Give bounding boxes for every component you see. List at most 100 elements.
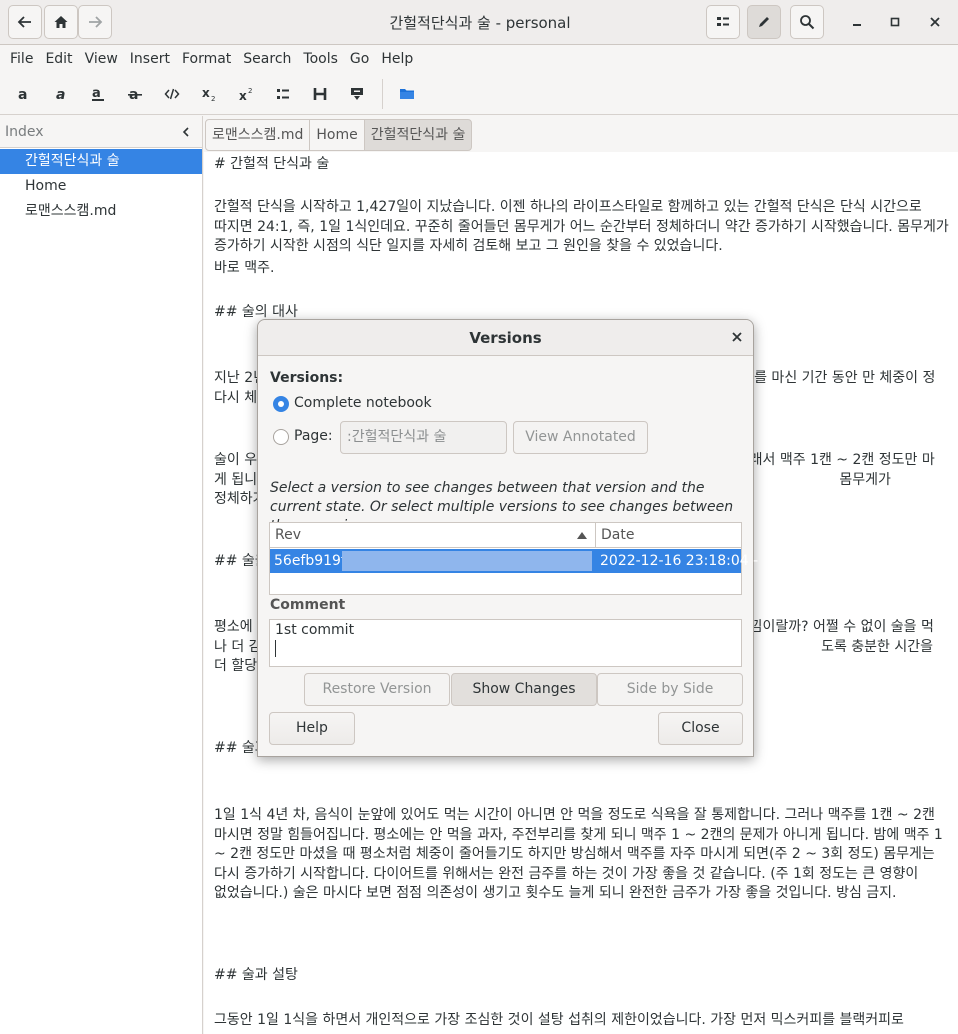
sort-ascending-icon bbox=[577, 532, 587, 539]
restore-version-button[interactable]: Restore Version bbox=[304, 673, 450, 706]
menu-format[interactable]: Format bbox=[176, 51, 237, 67]
view-list-icon bbox=[717, 17, 729, 26]
version-rev: 56efb919f bbox=[274, 553, 346, 569]
page-radio-label[interactable]: Page: bbox=[294, 428, 333, 444]
path-item-home[interactable]: Home bbox=[309, 119, 365, 151]
index-sidebar: Index 간헐적단식과 술 Home 로맨스스캠.md bbox=[0, 116, 203, 1034]
header-bar: 간헐적단식과 술 - personal bbox=[0, 0, 958, 45]
menu-search[interactable]: Search bbox=[237, 51, 297, 67]
heading-sugar: ## 술과 설탕 bbox=[214, 967, 298, 983]
back-button[interactable] bbox=[8, 5, 42, 39]
back-arrow-icon bbox=[17, 16, 31, 28]
heading-button[interactable] bbox=[306, 81, 334, 107]
comment-text: 1st commit bbox=[275, 622, 355, 638]
italic-a-icon: a bbox=[56, 87, 65, 102]
maximize-icon bbox=[890, 17, 900, 27]
date-column-header[interactable]: Date bbox=[596, 523, 741, 547]
svg-text:x: x bbox=[202, 86, 210, 100]
rev-column-header[interactable]: Rev bbox=[270, 523, 596, 547]
dialog-title: Versions bbox=[258, 320, 753, 356]
subscript-button[interactable]: x2 bbox=[195, 81, 223, 107]
side-by-side-button[interactable]: Side by Side bbox=[597, 673, 743, 706]
sidebar-item-romance-scam[interactable]: 로맨스스캠.md bbox=[0, 199, 202, 224]
menu-edit[interactable]: Edit bbox=[39, 51, 78, 67]
svg-text:2: 2 bbox=[211, 95, 215, 102]
collapse-chevron-icon[interactable] bbox=[180, 126, 192, 138]
code-icon bbox=[164, 88, 180, 100]
forward-arrow-icon bbox=[89, 16, 103, 28]
complete-notebook-label[interactable]: Complete notebook bbox=[294, 395, 432, 411]
minimize-button[interactable] bbox=[846, 11, 868, 33]
close-button[interactable]: Close bbox=[658, 712, 743, 745]
view-annotated-button[interactable]: View Annotated bbox=[513, 421, 648, 454]
sidebar-item-home[interactable]: Home bbox=[0, 174, 202, 199]
menu-insert[interactable]: Insert bbox=[124, 51, 176, 67]
style-button[interactable] bbox=[343, 81, 371, 107]
versions-list[interactable]: Rev Date 56efb919f 2022-12-16 23:18:04 - bbox=[269, 522, 758, 595]
underline-a-icon: a bbox=[92, 86, 104, 101]
menu-tools[interactable]: Tools bbox=[297, 51, 344, 67]
view-mode-button[interactable] bbox=[706, 5, 740, 39]
bullet-list-icon bbox=[277, 89, 289, 99]
strike-button[interactable]: a bbox=[121, 81, 149, 107]
path-item-current[interactable]: 간헐적단식과 술 bbox=[363, 119, 473, 151]
toolbar-separator bbox=[382, 79, 383, 109]
menu-view[interactable]: View bbox=[79, 51, 124, 67]
svg-text:a: a bbox=[92, 86, 101, 101]
attach-folder-button[interactable] bbox=[393, 81, 421, 107]
svg-text:a: a bbox=[56, 87, 65, 102]
window-title: 간헐적단식과 술 - personal bbox=[389, 14, 571, 32]
home-button[interactable] bbox=[44, 5, 78, 39]
bold-a-icon: a bbox=[18, 87, 27, 102]
help-button[interactable]: Help bbox=[269, 712, 355, 745]
minimize-icon bbox=[853, 24, 861, 26]
show-changes-button[interactable]: Show Changes bbox=[451, 673, 597, 706]
sidebar-title: Index bbox=[5, 123, 44, 140]
path-bar: 로맨스스캠.md Home 간헐적단식과 술 bbox=[205, 119, 473, 151]
subscript-icon: x2 bbox=[202, 86, 215, 102]
superscript-button[interactable]: x2 bbox=[232, 81, 260, 107]
edit-toggle-button[interactable] bbox=[747, 5, 781, 39]
home-icon bbox=[54, 16, 68, 28]
versions-list-header: Rev Date bbox=[270, 523, 741, 548]
rev-hash-redacted bbox=[342, 551, 592, 571]
sidebar-item-page[interactable]: 간헐적단식과 술 bbox=[0, 149, 202, 174]
dialog-close-button[interactable] bbox=[731, 328, 743, 347]
svg-text:a: a bbox=[18, 87, 27, 102]
edit-pencil-icon bbox=[759, 17, 769, 27]
search-button[interactable] bbox=[790, 5, 824, 39]
folder-icon bbox=[400, 89, 414, 99]
bullet-list-button[interactable] bbox=[269, 81, 297, 107]
comment-label: Comment bbox=[270, 597, 346, 613]
text-cursor bbox=[275, 640, 276, 657]
path-item-romance-scam[interactable]: 로맨스스캠.md bbox=[205, 119, 311, 151]
close-icon bbox=[732, 332, 742, 342]
mark-button[interactable]: a bbox=[84, 81, 112, 107]
emphasis-button[interactable]: a bbox=[47, 81, 75, 107]
paragraph-intro: 간헐적 단식을 시작하고 1,427일이 지났습니다. 이젠 하나의 라이프스타… bbox=[214, 199, 954, 255]
menu-help[interactable]: Help bbox=[375, 51, 419, 67]
comment-textview[interactable]: 1st commit bbox=[269, 619, 742, 667]
strikethrough-icon: a bbox=[128, 87, 142, 102]
search-icon bbox=[800, 15, 815, 30]
maximize-button[interactable] bbox=[884, 11, 906, 33]
close-icon bbox=[930, 17, 940, 27]
strong-button[interactable]: a bbox=[10, 81, 38, 107]
complete-notebook-radio[interactable] bbox=[273, 396, 289, 412]
forward-button[interactable] bbox=[78, 5, 112, 39]
version-row[interactable]: 56efb919f 2022-12-16 23:18:04 - bbox=[270, 549, 758, 573]
version-date: 2022-12-16 23:18:04 - bbox=[600, 553, 759, 569]
svg-text:2: 2 bbox=[248, 87, 252, 95]
heading-icon bbox=[313, 88, 327, 100]
page-radio[interactable] bbox=[273, 429, 289, 445]
page-entry[interactable]: :간헐적단식과 술 bbox=[340, 421, 507, 454]
paragraph-4years: 1일 1식 4년 차, 음식이 눈앞에 있어도 먹는 시간이 아니면 안 먹을 … bbox=[214, 807, 948, 902]
close-window-button[interactable] bbox=[924, 11, 946, 33]
menu-go[interactable]: Go bbox=[344, 51, 375, 67]
verbatim-button[interactable] bbox=[158, 81, 186, 107]
rev-column-label: Rev bbox=[275, 527, 301, 543]
svg-text:x: x bbox=[239, 89, 247, 102]
menu-file[interactable]: File bbox=[4, 51, 39, 67]
format-toolbar: a a a a x2 x2 bbox=[0, 73, 958, 115]
menu-bar: File Edit View Insert Format Search Tool… bbox=[0, 45, 958, 73]
